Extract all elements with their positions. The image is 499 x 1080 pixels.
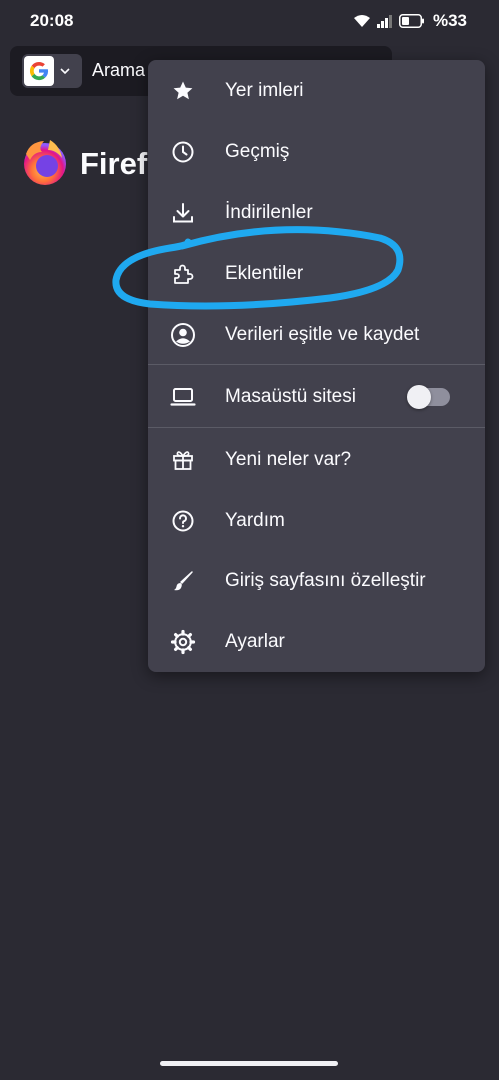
menu-item-label: Ayarlar — [225, 630, 285, 652]
firefox-logo-icon — [20, 136, 70, 191]
home-gesture-bar[interactable] — [160, 1061, 338, 1066]
menu-item-label: İndirilenler — [225, 201, 313, 223]
status-bar: 20:08 %33 — [0, 0, 499, 42]
menu-item-label: Geçmiş — [225, 140, 290, 162]
puzzle-icon — [170, 261, 196, 287]
menu-item-label: Yeni neler var? — [225, 448, 352, 470]
menu-item-whats-new[interactable]: Yeni neler var? — [148, 429, 485, 490]
download-icon — [170, 200, 196, 226]
menu-item-customize-homepage[interactable]: Giriş sayfasını özelleştir — [148, 550, 485, 611]
main-menu: Yer imleri Geçmiş İndirilenler Eklentile… — [148, 60, 485, 672]
brush-icon — [170, 568, 196, 594]
menu-item-settings[interactable]: Ayarlar — [148, 611, 485, 672]
gift-icon — [170, 447, 196, 473]
status-time: 20:08 — [30, 11, 74, 30]
menu-item-downloads[interactable]: İndirilenler — [148, 182, 485, 243]
signal-icon — [376, 14, 393, 28]
menu-item-label: Yardım — [225, 509, 285, 531]
menu-divider — [148, 364, 485, 365]
menu-item-extensions[interactable]: Eklentiler — [148, 243, 485, 304]
menu-item-help[interactable]: Yardım — [148, 490, 485, 551]
google-icon — [24, 56, 54, 86]
battery-icon — [398, 14, 425, 28]
menu-item-sync[interactable]: Verileri eşitle ve kaydet — [148, 304, 485, 365]
menu-item-label: Verileri eşitle ve kaydet — [225, 323, 420, 345]
search-engine-button[interactable] — [22, 54, 82, 88]
help-icon — [170, 508, 196, 534]
battery-percentage: %33 — [432, 11, 467, 30]
menu-item-bookmarks[interactable]: Yer imleri — [148, 60, 485, 121]
firefox-wordmark: Firefo — [20, 136, 166, 191]
menu-item-history[interactable]: Geçmiş — [148, 121, 485, 182]
menu-divider — [148, 427, 485, 428]
status-icons: %33 — [353, 10, 467, 32]
toggle-knob — [407, 384, 431, 409]
chevron-down-icon — [60, 62, 70, 80]
desktop-site-toggle[interactable] — [407, 384, 450, 409]
menu-item-label: Masaüstü sitesi — [225, 385, 356, 407]
gear-icon — [170, 629, 196, 655]
menu-item-label: Eklentiler — [225, 262, 304, 284]
laptop-icon — [170, 384, 196, 410]
clock-icon — [170, 139, 196, 165]
wifi-icon — [353, 14, 371, 28]
account-icon — [170, 322, 196, 348]
menu-item-desktop-site[interactable]: Masaüstü sitesi — [148, 366, 485, 427]
star-icon — [170, 78, 196, 104]
menu-item-label: Giriş sayfasını özelleştir — [225, 569, 426, 591]
menu-item-label: Yer imleri — [225, 79, 304, 101]
